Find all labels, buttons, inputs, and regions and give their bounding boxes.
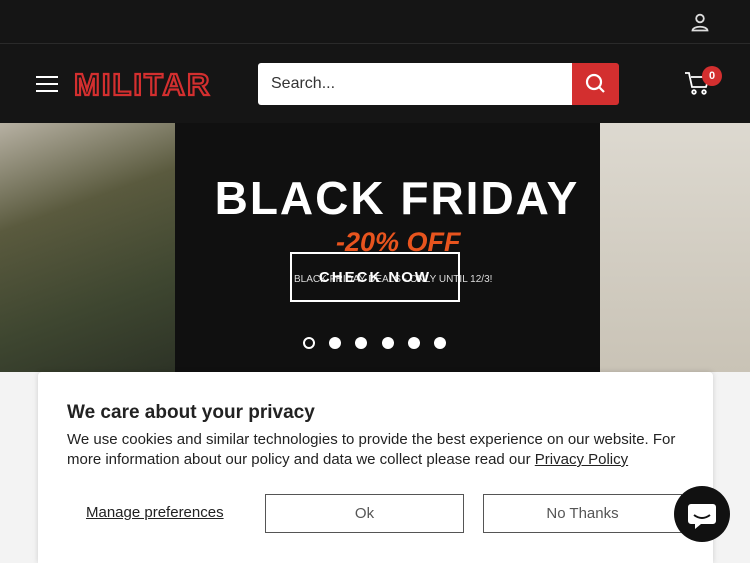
search-icon [585,73,605,93]
site-header: MILITAR 0 [0,44,750,123]
brand-logo[interactable]: MILITAR [74,64,230,104]
slide-dot[interactable] [329,337,341,349]
menu-icon[interactable] [36,76,58,92]
ok-button[interactable]: Ok [265,494,464,533]
manage-preferences-link[interactable]: Manage preferences [86,504,224,521]
chat-icon [688,504,716,529]
hero-image-right [600,123,750,372]
search-field[interactable] [258,63,572,105]
slide-dot[interactable] [382,337,394,349]
cart-count-badge: 0 [702,66,722,86]
privacy-policy-link[interactable]: Privacy Policy [535,451,628,468]
slide-dot[interactable] [303,337,315,349]
no-thanks-button[interactable]: No Thanks [483,494,682,533]
hero-title: BLACK FRIDAY [214,172,580,224]
brand-logo-text: MILITAR [74,67,211,102]
hero-image-left [0,123,175,372]
privacy-message: We use cookies and similar technologies … [67,430,687,470]
slide-dot[interactable] [355,337,367,349]
privacy-title: We care about your privacy [67,402,315,423]
chat-button[interactable] [674,486,730,542]
slide-indicators [303,337,453,349]
privacy-banner: We care about your privacy We use cookie… [38,372,713,563]
slide-dot[interactable] [434,337,446,349]
search-input[interactable] [258,63,572,105]
search-button[interactable] [572,63,619,105]
user-icon[interactable] [690,12,710,32]
top-bar [0,0,750,44]
hero-banner[interactable]: BLACK FRIDAY -20% OFF BLACK FRIDAY DEALS… [0,123,750,372]
slide-dot[interactable] [408,337,420,349]
check-now-button[interactable]: CHECK NOW [290,252,460,302]
